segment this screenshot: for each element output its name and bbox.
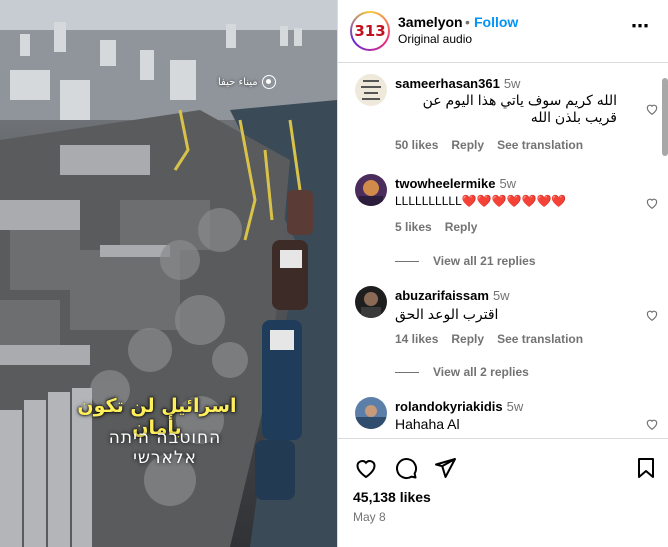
view-replies-label: View all 21 replies	[433, 254, 536, 268]
comment-text: Hahaha Al	[395, 416, 460, 432]
heart-icon[interactable]	[645, 102, 659, 116]
comment-text: اقترب الوعد الحق	[395, 306, 499, 322]
comment-avatar[interactable]	[355, 397, 387, 429]
heart-icon[interactable]	[645, 196, 659, 210]
post-date[interactable]: May 8	[353, 510, 386, 524]
location-pin-icon	[261, 75, 276, 89]
location-tag-text: ميناء حيفا	[218, 76, 258, 88]
bookmark-icon[interactable]	[634, 456, 658, 480]
replies-line	[395, 371, 419, 373]
reply-button[interactable]: Reply	[445, 220, 478, 234]
comment-time: 5w	[506, 399, 524, 414]
comment-avatar[interactable]	[355, 74, 387, 106]
comment-avatar[interactable]	[355, 286, 387, 318]
video-caption-hebrew: החוטבה היתה אלארשי	[108, 428, 222, 468]
comment-avatar[interactable]	[355, 174, 387, 206]
scrollbar-thumb[interactable]	[662, 78, 668, 156]
post-actions: 45,138 likes May 8	[338, 438, 668, 547]
comments-scrollbar[interactable]	[659, 64, 668, 438]
comment-username[interactable]: twowheelermike	[395, 176, 495, 191]
like-heart-icon[interactable]	[354, 456, 378, 480]
comment-time: 5w	[499, 176, 517, 191]
comment-time: 5w	[503, 76, 521, 91]
comment-time: 5w	[492, 288, 510, 303]
view-replies-button[interactable]: View all 21 replies	[395, 254, 536, 268]
comment-likes[interactable]: 50 likes	[395, 138, 438, 152]
reply-button[interactable]: Reply	[451, 332, 484, 346]
view-replies-label: View all 2 replies	[433, 365, 529, 379]
header-separator: •	[465, 14, 470, 30]
comment-text: الله كريم سوف ياتي هذا اليوم عن قريب بلذ…	[422, 92, 617, 125]
more-icon[interactable]: ⋯	[631, 16, 650, 37]
see-translation-button[interactable]: See translation	[497, 138, 583, 152]
comment-likes[interactable]: 5 likes	[395, 220, 432, 234]
avatar-text: 313	[354, 22, 386, 40]
view-replies-button[interactable]: View all 2 replies	[395, 365, 529, 379]
author-username[interactable]: 3amelyon	[398, 14, 463, 30]
comment-username[interactable]: rolandokyriakidis	[395, 399, 503, 414]
location-tag: ميناء حيفا	[218, 75, 276, 89]
comment-text: LLLLLLLLLL❤️❤️❤️❤️❤️❤️❤️	[395, 194, 567, 208]
follow-button[interactable]: Follow	[474, 14, 518, 30]
audio-label[interactable]: Original audio	[398, 32, 472, 46]
comment-likes[interactable]: 14 likes	[395, 332, 438, 346]
post-header: 313 3amelyon • Follow Original audio ⋯	[338, 0, 668, 63]
see-translation-button[interactable]: See translation	[497, 332, 583, 346]
post-media[interactable]: ميناء حيفا اسرائيل لن تكون بأمان החוטבה …	[0, 0, 337, 547]
post-likes-count[interactable]: 45,138 likes	[353, 489, 431, 505]
heart-icon[interactable]	[645, 417, 659, 431]
heart-icon[interactable]	[645, 308, 659, 322]
replies-line	[395, 260, 419, 262]
comment-username[interactable]: abuzarifaissam	[395, 288, 489, 303]
comment-username[interactable]: sameerhasan361	[395, 76, 500, 91]
comment-icon[interactable]	[394, 456, 418, 480]
comments-list[interactable]: sameerhasan361 5w الله كريم سوف ياتي هذا …	[338, 64, 668, 438]
author-avatar[interactable]: 313	[350, 11, 390, 51]
share-icon[interactable]	[433, 456, 457, 480]
post-side-panel: 313 3amelyon • Follow Original audio ⋯ s…	[337, 0, 668, 547]
reply-button[interactable]: Reply	[451, 138, 484, 152]
